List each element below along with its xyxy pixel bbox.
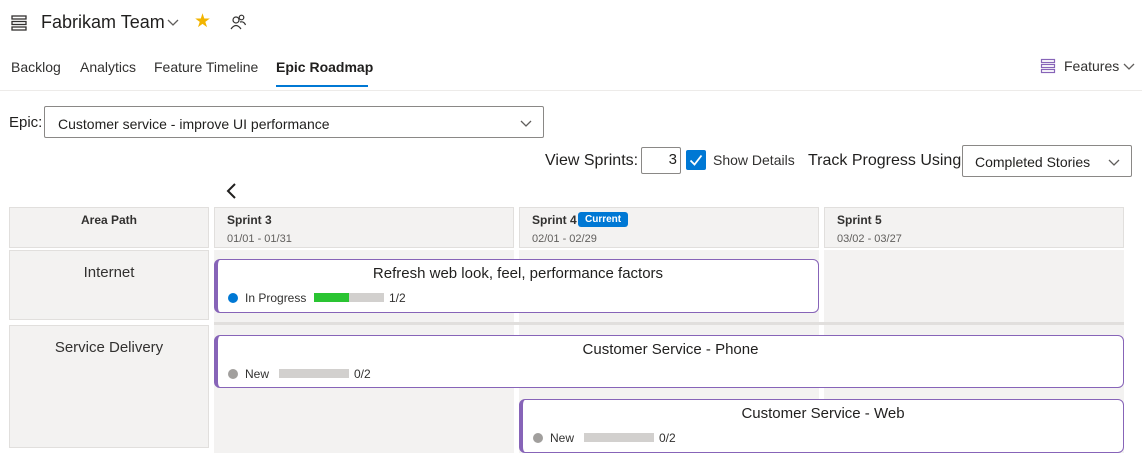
- view-sprints-label: View Sprints:: [545, 152, 639, 169]
- current-badge: Current: [578, 212, 629, 227]
- grid-cell: [824, 250, 1124, 322]
- sprint-dates: 03/02 - 03/27: [837, 233, 902, 245]
- feature-card[interactable]: Customer Service - Phone New 0/2: [214, 335, 1124, 388]
- epic-select-value: Customer service - improve UI performanc…: [58, 116, 330, 132]
- tab-analytics[interactable]: Analytics: [80, 59, 136, 75]
- features-dropdown[interactable]: Features: [1064, 58, 1119, 74]
- sprint-dates: 02/01 - 02/29: [532, 233, 597, 245]
- feature-card-title: Refresh web look, feel, performance fact…: [372, 265, 664, 282]
- area-path-internet: Internet: [9, 250, 209, 320]
- show-details-label[interactable]: Show Details: [713, 152, 795, 168]
- area-path-label: Service Delivery: [54, 339, 164, 356]
- view-sprints-input[interactable]: 3: [641, 147, 681, 174]
- epic-label: Epic:: [9, 114, 43, 131]
- tab-backlog[interactable]: Backlog: [11, 59, 61, 75]
- people-icon[interactable]: [229, 13, 247, 31]
- features-list-icon[interactable]: [1040, 58, 1056, 74]
- tab-feature-timeline[interactable]: Feature Timeline: [154, 59, 258, 75]
- feature-card[interactable]: Refresh web look, feel, performance fact…: [214, 259, 819, 313]
- checkmark-icon: [689, 154, 703, 166]
- chevron-down-icon[interactable]: [166, 15, 180, 29]
- sprint-name: Sprint 3: [227, 213, 272, 227]
- progress-text: 0/2: [354, 367, 371, 381]
- chevron-down-icon: [520, 120, 532, 127]
- area-path-header-label: Area Path: [80, 213, 138, 227]
- state-dot: [533, 433, 543, 443]
- active-tab-indicator: [276, 85, 368, 87]
- state-dot: [228, 369, 238, 379]
- progress-bar: [314, 293, 384, 302]
- track-progress-value: Completed Stories: [975, 154, 1091, 170]
- progress-text: 0/2: [659, 431, 676, 445]
- progress-bar-fill: [314, 293, 349, 302]
- header-divider: [0, 90, 1142, 91]
- progress-bar: [584, 433, 654, 442]
- state-label: New: [550, 431, 575, 445]
- track-progress-select[interactable]: Completed Stories: [962, 145, 1132, 177]
- area-path-label: Internet: [83, 264, 135, 281]
- sprint-name: Sprint 4: [532, 213, 577, 227]
- state-label: New: [245, 367, 270, 381]
- backlog-list-icon: [11, 15, 27, 31]
- feature-card-title: Customer Service - Web: [741, 405, 905, 422]
- progress-text: 1/2: [389, 291, 406, 305]
- state-label: In Progress: [245, 291, 307, 305]
- chevron-down-icon[interactable]: [1122, 59, 1136, 73]
- track-progress-label: Track Progress Using:: [808, 152, 966, 169]
- star-icon[interactable]: ★: [194, 11, 211, 33]
- team-name[interactable]: Fabrikam Team: [41, 12, 165, 33]
- tab-epic-roadmap[interactable]: Epic Roadmap: [276, 59, 373, 75]
- feature-card[interactable]: Customer Service - Web New 0/2: [519, 399, 1124, 453]
- chevron-left-icon[interactable]: [224, 182, 240, 200]
- sprint-header-3: Sprint 3 01/01 - 01/31: [214, 207, 514, 248]
- feature-card-title: Customer Service - Phone: [582, 341, 759, 358]
- show-details-checkbox[interactable]: [686, 150, 706, 170]
- sprint-dates: 01/01 - 01/31: [227, 233, 292, 245]
- area-path-service-delivery: Service Delivery: [9, 325, 209, 448]
- epic-select[interactable]: Customer service - improve UI performanc…: [44, 106, 544, 138]
- state-dot: [228, 293, 238, 303]
- sprint-header-4: Sprint 4 Current 02/01 - 02/29: [519, 207, 819, 248]
- sprint-name: Sprint 5: [837, 213, 882, 227]
- chevron-down-icon: [1108, 159, 1120, 166]
- sprint-header-5: Sprint 5 03/02 - 03/27: [824, 207, 1124, 248]
- progress-bar: [279, 369, 349, 378]
- area-path-header: Area Path: [9, 207, 209, 248]
